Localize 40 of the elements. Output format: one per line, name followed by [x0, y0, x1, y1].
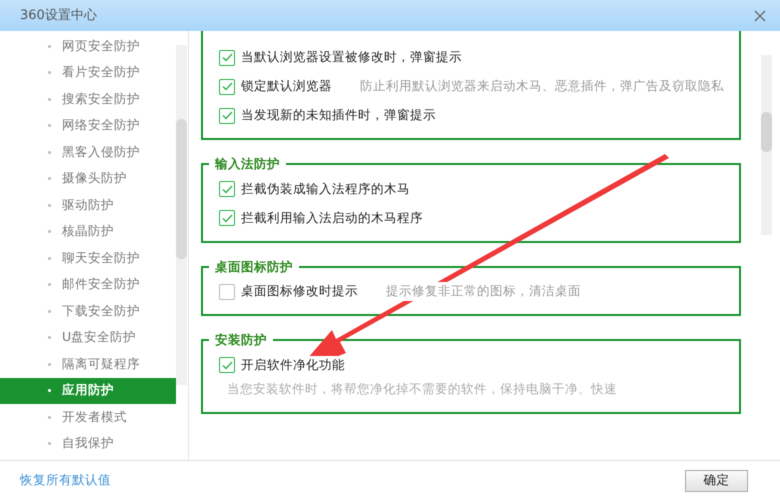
sidebar-item[interactable]: 应用防护 — [0, 378, 176, 404]
ok-button[interactable]: 确定 — [685, 470, 748, 492]
sidebar-item[interactable]: 邮件安全防护 — [0, 272, 176, 298]
checkbox[interactable] — [219, 284, 235, 300]
check-icon — [222, 82, 232, 91]
checkbox[interactable] — [219, 210, 235, 226]
sidebar-item[interactable]: 驱动防护 — [0, 192, 176, 218]
sidebar-item[interactable]: 网络安全防护 — [0, 112, 176, 139]
sidebar-item[interactable]: 核晶防护 — [0, 218, 176, 245]
checkbox-label[interactable]: 开启软件净化功能 — [241, 356, 345, 374]
sidebar-item[interactable]: 搜索安全防护 — [0, 86, 176, 112]
sidebar-item[interactable]: 下载安全防护 — [0, 298, 176, 324]
close-icon[interactable] — [754, 10, 766, 22]
group-title: 安装防护 — [214, 334, 268, 346]
group-title: 桌面图标防护 — [214, 260, 294, 273]
checkbox[interactable] — [219, 78, 235, 94]
checkbox[interactable] — [219, 50, 235, 66]
check-icon — [222, 111, 232, 120]
sidebar-item[interactable]: 隔离可疑程序 — [0, 351, 176, 378]
check-icon — [222, 184, 232, 194]
check-icon — [222, 360, 232, 370]
sidebar-item[interactable]: 看片安全防护 — [0, 60, 176, 86]
sidebar-item[interactable]: 黑客入侵防护 — [0, 139, 176, 166]
checkbox[interactable] — [219, 181, 235, 197]
sidebar-item[interactable]: 网页安全防护 — [0, 33, 176, 60]
sidebar-item[interactable]: 聊天安全防护 — [0, 245, 176, 272]
group-title: 输入法防护 — [214, 158, 281, 170]
sidebar-item[interactable]: 开发者模式 — [0, 404, 176, 430]
check-icon — [222, 214, 232, 222]
sidebar-item[interactable]: 摄像头防护 — [0, 166, 176, 192]
checkbox[interactable] — [219, 108, 235, 124]
window-title: 360设置中心 — [20, 6, 97, 25]
sidebar-item[interactable]: 自我保护 — [0, 430, 176, 457]
sidebar-item[interactable]: U盘安全防护 — [0, 324, 176, 351]
scrollbar-thumb[interactable] — [176, 119, 187, 259]
restore-defaults-link[interactable]: 恢复所有默认值 — [20, 471, 111, 490]
checkbox[interactable] — [219, 357, 235, 373]
option-description: 提示修复非正常的图标，清洁桌面 — [386, 282, 581, 301]
scrollbar-thumb[interactable] — [761, 112, 772, 152]
check-icon — [222, 53, 232, 62]
